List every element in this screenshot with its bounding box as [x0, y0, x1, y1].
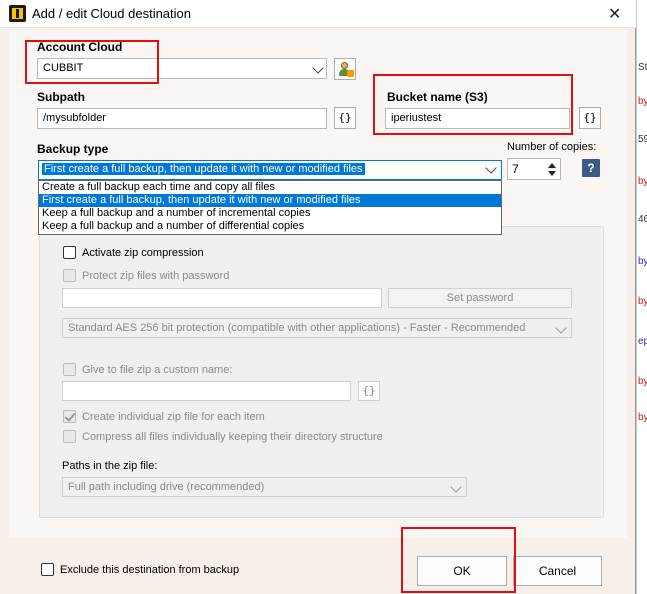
title-bar[interactable]: Add / edit Cloud destination ✕ — [0, 0, 636, 28]
zip-paths-select[interactable]: Full path including drive (recommended) — [62, 477, 467, 497]
custom-name-input[interactable] — [62, 381, 351, 401]
copies-stepper[interactable]: 7 — [507, 158, 561, 180]
custom-name-variables-button[interactable]: {} — [358, 381, 380, 401]
password-input[interactable] — [62, 288, 382, 308]
exclude-destination-label: Exclude this destination from backup — [60, 564, 240, 576]
bg-fragment: Sta — [638, 62, 647, 73]
cancel-button[interactable]: Cancel — [513, 556, 602, 586]
chevron-down-icon — [450, 481, 462, 493]
arrow-down-icon[interactable] — [548, 171, 556, 176]
custom-name-checkbox[interactable] — [63, 363, 76, 376]
encryption-value: Standard AES 256 bit protection (compati… — [68, 322, 526, 334]
arrow-up-icon[interactable] — [548, 163, 556, 168]
backup-type-option[interactable]: Keep a full backup and a number of diffe… — [39, 220, 501, 233]
zip-paths-label: Paths in the zip file: — [62, 460, 158, 472]
individual-zip-label: Create individual zip file for each item — [82, 411, 265, 423]
zip-paths-value: Full path including drive (recommended) — [68, 481, 265, 493]
chevron-down-icon — [555, 322, 567, 334]
chevron-down-icon — [312, 62, 324, 74]
protect-password-checkbox[interactable] — [63, 269, 76, 282]
bg-fragment: 46, — [638, 214, 647, 225]
bg-fragment: 59, — [638, 134, 647, 145]
backup-type-option[interactable]: Create a full backup each time and copy … — [39, 181, 501, 194]
backup-type-option[interactable]: Keep a full backup and a number of incre… — [39, 207, 501, 220]
set-password-button[interactable]: Set password — [388, 288, 572, 308]
bg-fragment: by — [638, 296, 647, 307]
highlight-ok-button — [401, 527, 516, 593]
highlight-bucket-name — [373, 74, 573, 135]
highlight-account-cloud — [25, 40, 159, 84]
encryption-select[interactable]: Standard AES 256 bit protection (compati… — [62, 318, 572, 338]
add-user-button[interactable] — [334, 58, 356, 80]
backup-type-option[interactable]: First create a full backup, then update … — [39, 194, 501, 207]
protect-password-label: Protect zip files with password — [82, 270, 230, 282]
individual-zip-checkbox[interactable] — [63, 410, 76, 423]
chevron-down-icon — [485, 162, 497, 174]
user-head-icon — [341, 62, 348, 69]
subpath-input[interactable]: /mysubfolder — [37, 108, 327, 129]
copies-value: 7 — [512, 162, 519, 176]
bg-fragment: ep — [638, 336, 647, 347]
close-icon: ✕ — [608, 6, 622, 23]
bg-fragment: by — [638, 176, 647, 187]
exclude-destination-checkbox[interactable] — [41, 563, 54, 576]
close-button[interactable]: ✕ — [596, 0, 630, 28]
bg-fragment: by — [638, 376, 647, 387]
add-user-icon — [347, 70, 354, 77]
backup-type-dropdown-list: Create a full backup each time and copy … — [38, 180, 502, 235]
subpath-variables-button[interactable]: {} — [334, 107, 356, 129]
bg-fragment: by — [638, 256, 647, 267]
backup-type-label: Backup type — [37, 142, 109, 156]
cloud-destination-dialog: Add / edit Cloud destination ✕ Account C… — [0, 0, 636, 594]
backup-type-select[interactable]: First create a full backup, then update … — [38, 160, 502, 180]
custom-name-label: Give to file zip a custom name: — [82, 364, 233, 376]
compress-individually-label: Compress all files individually keeping … — [82, 431, 383, 443]
activate-zip-checkbox[interactable] — [63, 246, 76, 259]
subpath-label: Subpath — [37, 90, 85, 104]
window-title: Add / edit Cloud destination — [32, 6, 191, 21]
activate-zip-label: Activate zip compression — [82, 247, 204, 259]
bg-fragment: by — [638, 96, 647, 107]
help-button[interactable]: ? — [582, 159, 600, 177]
copies-label: Number of copies: — [507, 141, 597, 153]
bg-fragment: by — [638, 412, 647, 423]
backup-type-selected: First create a full backup, then update … — [42, 163, 365, 175]
app-logo-icon — [9, 5, 26, 22]
bucket-variables-button[interactable]: {} — [579, 107, 601, 129]
background-window-strip: Sta by 59, by 46, by by ep by by — [636, 0, 647, 594]
compress-individually-checkbox[interactable] — [63, 430, 76, 443]
